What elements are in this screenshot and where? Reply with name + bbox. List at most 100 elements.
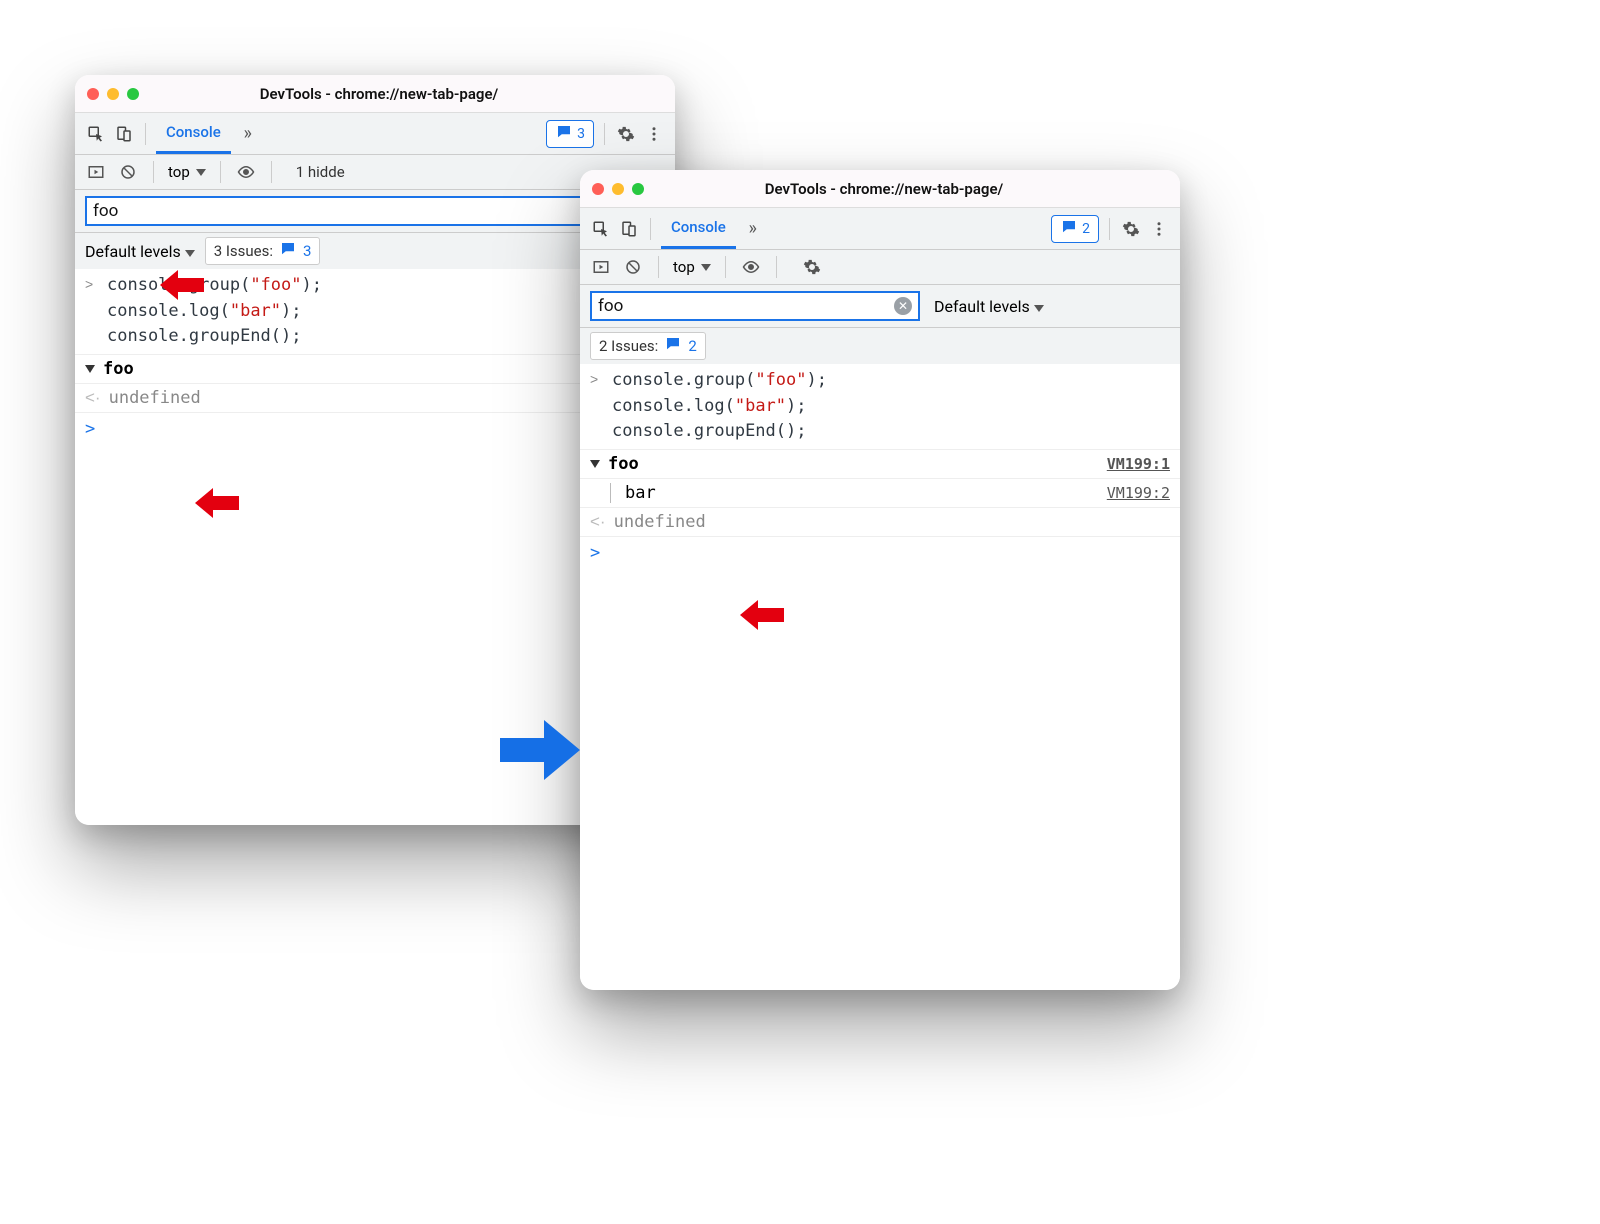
- filter-value: foo: [598, 296, 623, 316]
- clear-console-icon[interactable]: [117, 161, 139, 183]
- device-toggle-icon[interactable]: [618, 218, 640, 240]
- source-link[interactable]: VM199:2: [1107, 484, 1170, 502]
- divider: [604, 123, 605, 145]
- more-tabs-icon[interactable]: »: [742, 218, 764, 240]
- execution-context-icon[interactable]: [85, 161, 107, 183]
- main-toolbar: Console » 3: [75, 113, 675, 155]
- issues-num: 2: [688, 337, 696, 355]
- console-group-item: bar VM199:2: [580, 479, 1180, 508]
- log-levels-label: Default levels: [934, 297, 1030, 316]
- minimize-icon[interactable]: [612, 183, 624, 195]
- stage: DevTools - chrome://new-tab-page/ Consol…: [0, 0, 1600, 1224]
- chevron-down-icon: [701, 264, 711, 271]
- issues-row: 2 Issues: 2: [580, 327, 1180, 364]
- context-bar: top: [580, 250, 1180, 285]
- context-label: top: [673, 258, 695, 276]
- annotation-arrow-red: [195, 488, 239, 518]
- log-levels[interactable]: Default levels: [934, 297, 1044, 316]
- context-label: top: [168, 163, 190, 181]
- tab-console-label: Console: [671, 218, 726, 236]
- filter-value: foo: [93, 201, 118, 221]
- filter-input[interactable]: foo ✕: [85, 196, 665, 226]
- console-prompt[interactable]: >: [580, 537, 1180, 569]
- window-title: DevTools - chrome://new-tab-page/: [644, 180, 1124, 198]
- devtools-window-right: DevTools - chrome://new-tab-page/ Consol…: [580, 170, 1180, 990]
- chevron-down-icon: [1034, 305, 1044, 312]
- device-toggle-icon[interactable]: [113, 123, 135, 145]
- gear-icon[interactable]: [1120, 218, 1142, 240]
- zoom-icon[interactable]: [127, 88, 139, 100]
- group-name: foo: [608, 454, 639, 474]
- clear-console-icon[interactable]: [622, 256, 644, 278]
- filter-row: foo ✕ Default levels: [580, 285, 1180, 327]
- log-levels-label: Default levels: [85, 242, 181, 261]
- prompt-icon: >: [85, 419, 95, 439]
- chat-icon: [1060, 218, 1078, 240]
- divider: [725, 256, 726, 278]
- return-value: <· undefined: [580, 508, 1180, 537]
- annotation-arrow-red: [740, 600, 784, 630]
- return-icon: <·: [85, 388, 101, 408]
- code-block: console.group("foo"); console.log("bar")…: [612, 368, 827, 445]
- chat-icon: [279, 240, 297, 262]
- code-block: console.group("foo"); console.log("bar")…: [107, 273, 322, 350]
- annotation-arrow-blue: [500, 720, 580, 780]
- live-expression-icon[interactable]: [235, 161, 257, 183]
- undefined-label: undefined: [614, 512, 706, 532]
- filter-input[interactable]: foo ✕: [590, 291, 920, 321]
- issues-link-label: 2 Issues:: [599, 337, 658, 355]
- prompt-icon: >: [590, 543, 600, 563]
- input-echo: > console.group("foo"); console.log("bar…: [580, 364, 1180, 450]
- gear-icon[interactable]: [615, 123, 637, 145]
- zoom-icon[interactable]: [632, 183, 644, 195]
- divider: [220, 161, 221, 183]
- issues-pill[interactable]: 3: [546, 120, 594, 148]
- tab-console[interactable]: Console: [156, 113, 231, 154]
- window-title: DevTools - chrome://new-tab-page/: [139, 85, 619, 103]
- titlebar: DevTools - chrome://new-tab-page/: [75, 75, 675, 113]
- issues-link[interactable]: 3 Issues: 3: [205, 237, 321, 265]
- return-icon: <·: [590, 512, 606, 532]
- console-group-header[interactable]: foo VM199:1: [580, 450, 1180, 479]
- inspect-icon[interactable]: [85, 123, 107, 145]
- undefined-label: undefined: [109, 388, 201, 408]
- inspect-icon[interactable]: [590, 218, 612, 240]
- execution-context-icon[interactable]: [590, 256, 612, 278]
- divider: [776, 256, 777, 278]
- traffic-lights: [592, 183, 644, 195]
- context-select[interactable]: top: [673, 258, 711, 276]
- log-levels[interactable]: Default levels: [85, 242, 195, 261]
- clear-input-icon[interactable]: ✕: [894, 297, 912, 315]
- hidden-count: 1 hidde: [296, 163, 345, 181]
- minimize-icon[interactable]: [107, 88, 119, 100]
- annotation-arrow-red: [160, 270, 204, 300]
- context-select[interactable]: top: [168, 163, 206, 181]
- issues-link[interactable]: 2 Issues: 2: [590, 332, 706, 360]
- issues-num: 3: [303, 242, 311, 260]
- divider: [650, 218, 651, 240]
- traffic-lights: [87, 88, 139, 100]
- chevron-down-icon: [196, 169, 206, 176]
- live-expression-icon[interactable]: [740, 256, 762, 278]
- issues-count: 3: [577, 126, 585, 142]
- console-output: > console.group("foo"); console.log("bar…: [580, 364, 1180, 990]
- tab-console[interactable]: Console: [661, 208, 736, 249]
- divider: [658, 256, 659, 278]
- close-icon[interactable]: [592, 183, 604, 195]
- issues-count: 2: [1082, 221, 1090, 237]
- more-tabs-icon[interactable]: »: [237, 123, 259, 145]
- source-link[interactable]: VM199:1: [1107, 455, 1170, 473]
- divider: [145, 123, 146, 145]
- issues-pill[interactable]: 2: [1051, 215, 1099, 243]
- close-icon[interactable]: [87, 88, 99, 100]
- console-settings-icon[interactable]: [801, 256, 823, 278]
- chevron-right-icon: >: [590, 368, 604, 387]
- kebab-icon[interactable]: [643, 123, 665, 145]
- chat-icon: [555, 123, 573, 145]
- group-name: foo: [103, 359, 134, 379]
- chevron-down-icon: [185, 250, 195, 257]
- group-child-label: bar: [610, 483, 656, 503]
- disclosure-triangle-icon: [590, 460, 600, 468]
- kebab-icon[interactable]: [1148, 218, 1170, 240]
- issues-link-label: 3 Issues:: [214, 242, 273, 260]
